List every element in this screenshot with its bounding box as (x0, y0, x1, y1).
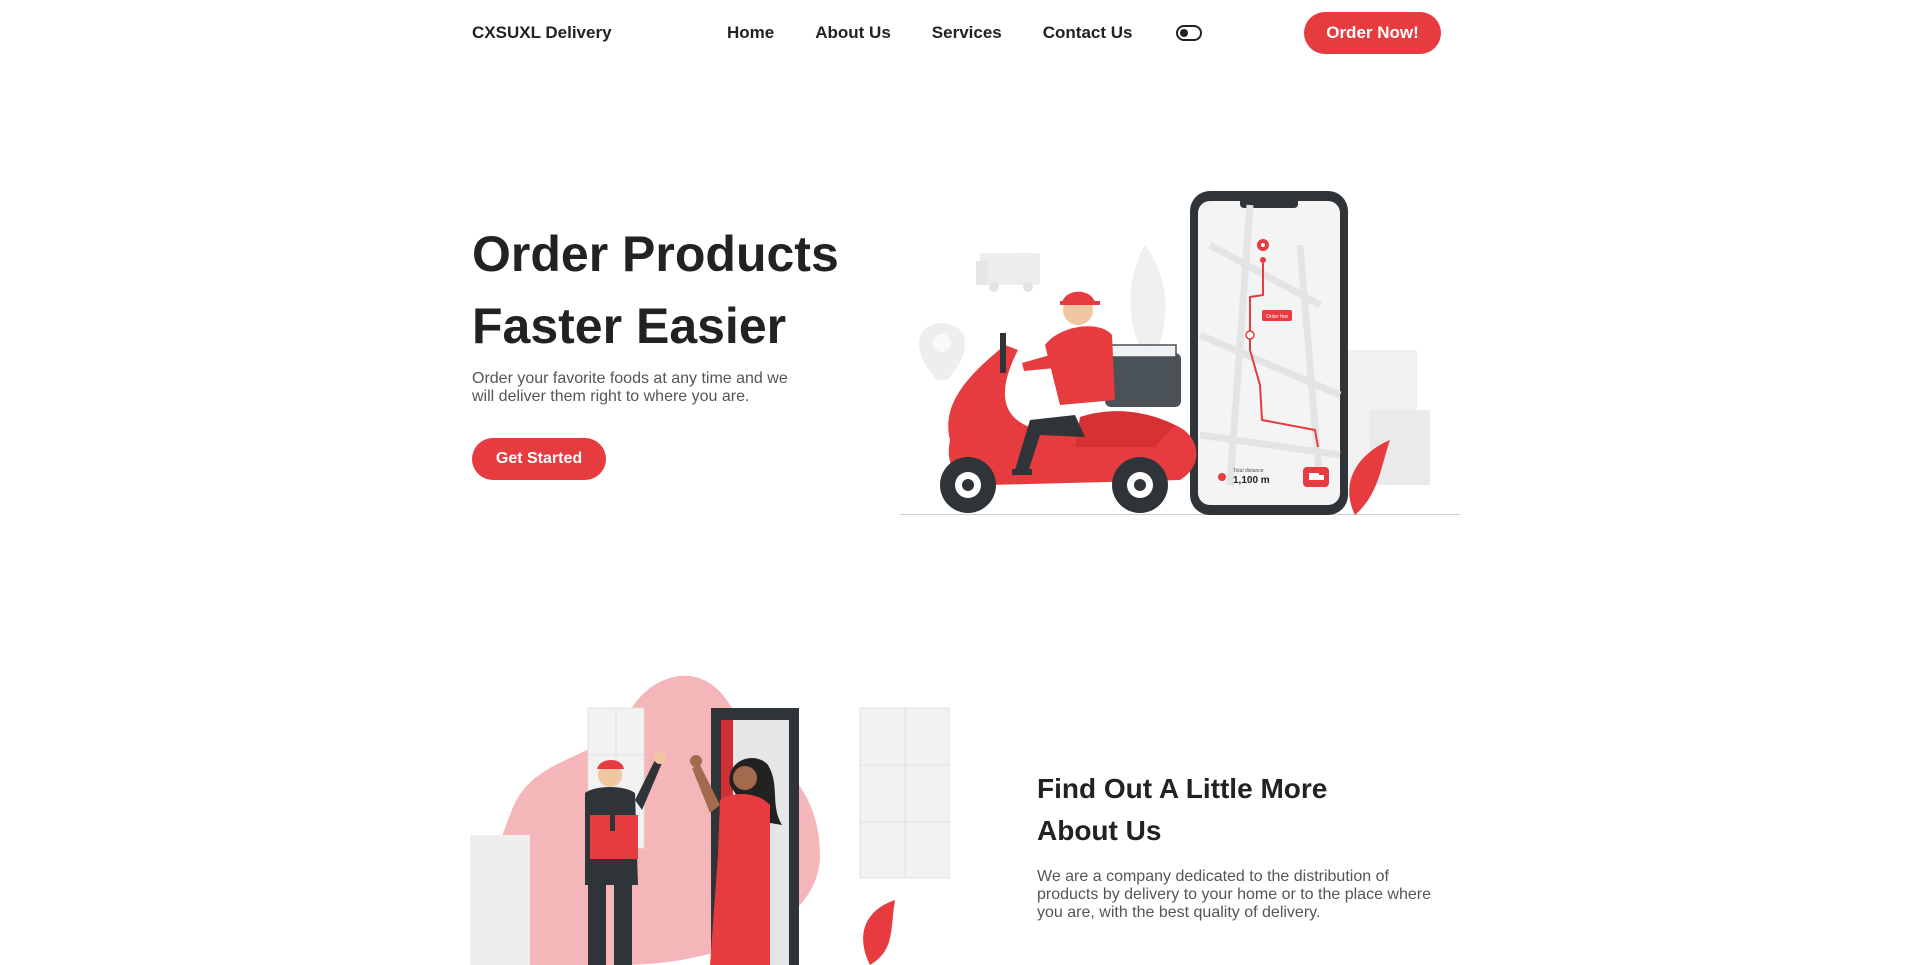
window-right (859, 707, 950, 879)
hero-title-line-1: Order Products (472, 226, 839, 282)
get-started-button[interactable]: Get Started (472, 438, 606, 480)
order-now-button[interactable]: Order Now! (1304, 12, 1441, 54)
about-description: We are a company dedicated to the distri… (1037, 868, 1431, 921)
delivery-handoff-illustration (470, 675, 950, 965)
about-title: Find Out A Little More About Us (1037, 768, 1327, 852)
hero-title-line-2: Faster Easier (472, 298, 787, 354)
hero-title: Order Products Faster Easier (472, 218, 839, 362)
hero-description: Order your favorite foods at any time an… (472, 370, 788, 405)
nav-link-contact[interactable]: Contact Us (1043, 23, 1133, 43)
nav-link-services[interactable]: Services (932, 23, 1002, 43)
navbar: CXSUXL Delivery Home About Us Services C… (0, 0, 1909, 66)
leaf-decoration-about (863, 900, 895, 965)
brand-logo[interactable]: CXSUXL Delivery (472, 23, 612, 43)
background-boxes (470, 835, 530, 965)
phone-map: Order few Total distance 1,100 m (1190, 191, 1348, 515)
about-title-line-2: About Us (1037, 815, 1162, 846)
map-tag-text: Order few (1266, 314, 1288, 320)
nav-link-about[interactable]: About Us (815, 23, 891, 43)
distance-value: 1,100 m (1233, 475, 1270, 486)
distance-label: Total distance (1233, 468, 1264, 474)
delivery-scooter-illustration: Order few Total distance 1,100 m (900, 191, 1460, 515)
nav-link-home[interactable]: Home (727, 23, 774, 43)
about-title-line-1: Find Out A Little More (1037, 773, 1328, 804)
nav-menu: Home About Us Services Contact Us (727, 23, 1203, 43)
theme-toggle-icon[interactable] (1176, 25, 1203, 41)
